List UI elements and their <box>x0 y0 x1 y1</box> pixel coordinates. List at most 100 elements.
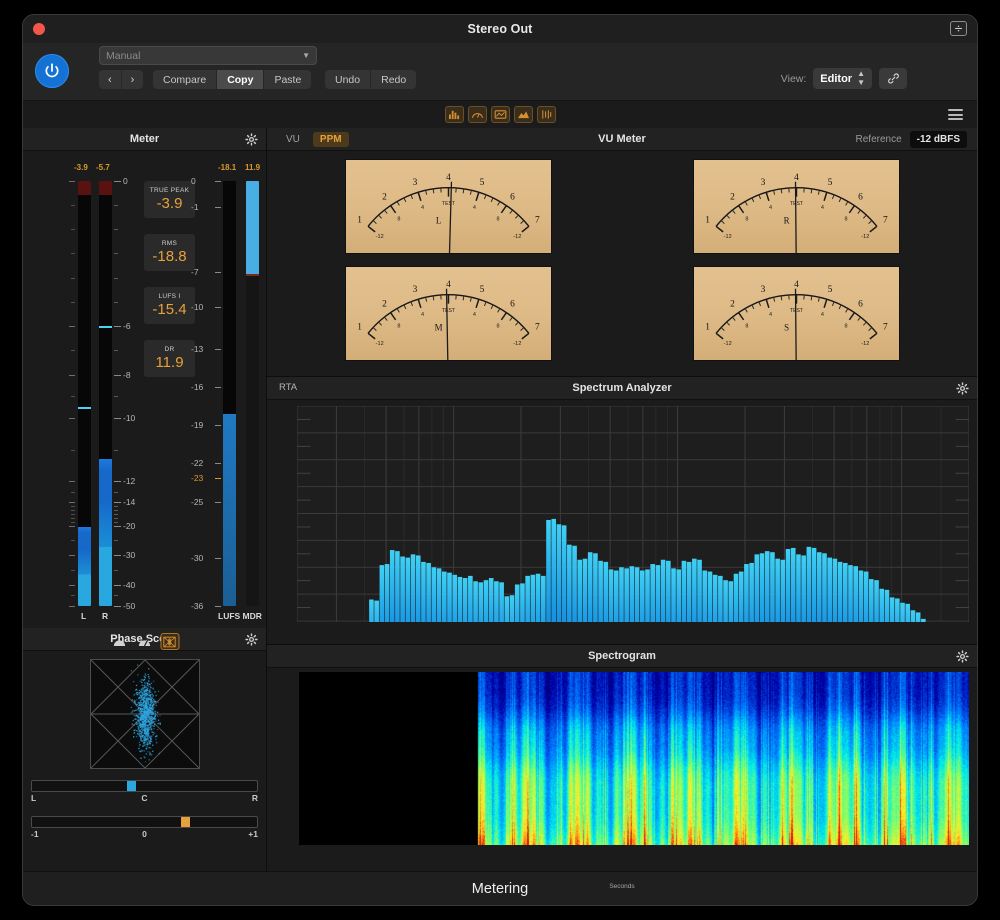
scale-label: -20 <box>123 521 135 531</box>
mdr-peak-line <box>246 274 259 276</box>
correlation-slider-thumb[interactable] <box>181 817 190 827</box>
next-preset-button[interactable]: › <box>122 70 144 89</box>
scale-tick <box>69 526 75 527</box>
lufs-scale-label: -13 <box>191 344 203 354</box>
scale-tick <box>69 418 75 419</box>
vu-reference-value[interactable]: -12 dBFS <box>910 131 967 148</box>
spectrum-mode-label[interactable]: RTA <box>279 382 297 393</box>
scale-tick-minor <box>71 506 75 507</box>
lufs-scale-label: -36 <box>191 601 203 611</box>
readout-name: DR <box>165 346 175 353</box>
compare-button[interactable]: Compare <box>153 70 216 89</box>
undo-button[interactable]: Undo <box>325 70 370 89</box>
correlation-slider[interactable]: -1 0 +1 <box>31 816 258 839</box>
svg-text:6: 6 <box>510 193 515 203</box>
gear-icon[interactable] <box>956 382 969 395</box>
spectrogram-canvas <box>299 672 969 845</box>
scale-tick-minor <box>114 302 118 303</box>
vu-meter-m[interactable]: 1234567 -1284TEST48-12 M <box>345 266 552 361</box>
spectrogram-module-icon[interactable] <box>537 106 556 123</box>
scale-tick-minor <box>71 570 75 571</box>
expand-icon[interactable] <box>950 21 967 36</box>
close-icon[interactable] <box>33 23 45 35</box>
scale-tick <box>69 585 75 586</box>
balance-slider-thumb[interactable] <box>127 781 136 791</box>
lufs-bar[interactable] <box>223 181 236 606</box>
gear-icon[interactable] <box>956 650 969 663</box>
vu-mode-ppm[interactable]: PPM <box>313 132 349 147</box>
scale-label: -6 <box>123 321 131 331</box>
gear-icon[interactable] <box>245 133 258 146</box>
link-button[interactable] <box>879 68 907 89</box>
goniometer-icon[interactable] <box>160 633 179 650</box>
svg-text:3: 3 <box>760 178 765 188</box>
prev-preset-button[interactable]: ‹ <box>99 70 121 89</box>
vu-reference-control: Reference -12 dBFS <box>856 131 967 148</box>
scale-label: -10 <box>123 413 135 423</box>
footer-title: Metering <box>472 881 528 897</box>
phase-meter-needle-icon[interactable] <box>135 633 154 650</box>
phase-meter-half-icon[interactable] <box>110 633 129 650</box>
svg-text:8: 8 <box>844 323 847 329</box>
preset-select[interactable]: Manual ▼ <box>99 46 317 65</box>
spectrogram-header: Spectrogram <box>267 645 977 668</box>
scale-tick-minor <box>114 514 118 515</box>
scale-tick-minor <box>114 522 118 523</box>
level-bar-fill-right <box>99 459 112 606</box>
vu-meter-module-icon[interactable] <box>468 106 487 123</box>
gear-icon[interactable] <box>245 633 258 646</box>
svg-text:3: 3 <box>760 284 765 294</box>
phase-scope-mode-group <box>110 633 179 650</box>
svg-text:2: 2 <box>382 193 387 203</box>
spectrum-analyzer-module-icon[interactable] <box>514 106 533 123</box>
lufs-scale-label: -1 <box>191 202 199 212</box>
spectrum-analyzer-header: Spectrum Analyzer <box>267 377 977 400</box>
readout-value: 11.9 <box>155 354 183 371</box>
spectrogram-chart[interactable]: 20k15k10k5k2k1k5002001005020343332313029… <box>299 672 969 845</box>
power-button[interactable] <box>35 54 69 88</box>
scale-tick-minor <box>114 278 118 279</box>
svg-text:TEST: TEST <box>789 308 803 314</box>
svg-text:4: 4 <box>769 205 772 211</box>
power-icon <box>43 62 61 80</box>
scale-tick-minor <box>71 205 75 206</box>
spectrum-analyzer-chart[interactable]: 0-5-10-15-20-25-30-35-40-452030507010020… <box>297 406 969 622</box>
redo-button[interactable]: Redo <box>371 70 416 89</box>
scale-tick <box>69 502 75 503</box>
svg-text:L: L <box>435 215 440 225</box>
hamburger-icon[interactable] <box>948 109 963 120</box>
view-select[interactable]: Editor ▲▼ <box>813 68 872 89</box>
balance-slider-track[interactable] <box>31 780 258 792</box>
channel-label-left: L <box>81 611 86 621</box>
lufs-scale-tick <box>215 387 221 388</box>
scale-label: -30 <box>123 550 135 560</box>
balance-label-right: R <box>252 793 258 803</box>
level-bar-right[interactable] <box>99 181 112 606</box>
balance-slider[interactable]: L C R <box>31 780 258 803</box>
mdr-bar[interactable] <box>246 181 259 606</box>
level-bar-left[interactable] <box>78 181 91 606</box>
vu-meter-r[interactable]: 1234567 -1284TEST48-12 R <box>693 159 900 254</box>
copy-button[interactable]: Copy <box>217 70 263 89</box>
svg-text:-12: -12 <box>375 341 383 347</box>
scale-tick-minor <box>71 350 75 351</box>
plugin-window: Stereo Out Manual ▼ ‹ › Compare <box>22 14 978 906</box>
readout-value: -3.9 <box>157 195 183 212</box>
paste-button[interactable]: Paste <box>264 70 311 89</box>
scale-tick-minor <box>114 492 118 493</box>
link-icon <box>887 72 900 85</box>
scale-tick <box>114 326 121 327</box>
vu-meter-l[interactable]: 1234567 -1284TEST48-12 L <box>345 159 552 254</box>
phase-scope-module-icon[interactable] <box>491 106 510 123</box>
scale-tick-minor <box>114 450 118 451</box>
bar-meter-module-icon[interactable] <box>445 106 464 123</box>
readout-name: LUFS I <box>158 293 180 300</box>
scale-tick-minor <box>71 278 75 279</box>
scale-tick-minor <box>114 506 118 507</box>
vu-mode-vu[interactable]: VU <box>279 132 307 147</box>
correlation-slider-track[interactable] <box>31 816 258 828</box>
vu-meter-s[interactable]: 1234567 -1284TEST48-12 S <box>693 266 900 361</box>
lufs-scale-tick <box>215 558 221 559</box>
peak-hold-left <box>78 407 91 409</box>
peak-label-mdr: 11.9 <box>245 163 260 172</box>
